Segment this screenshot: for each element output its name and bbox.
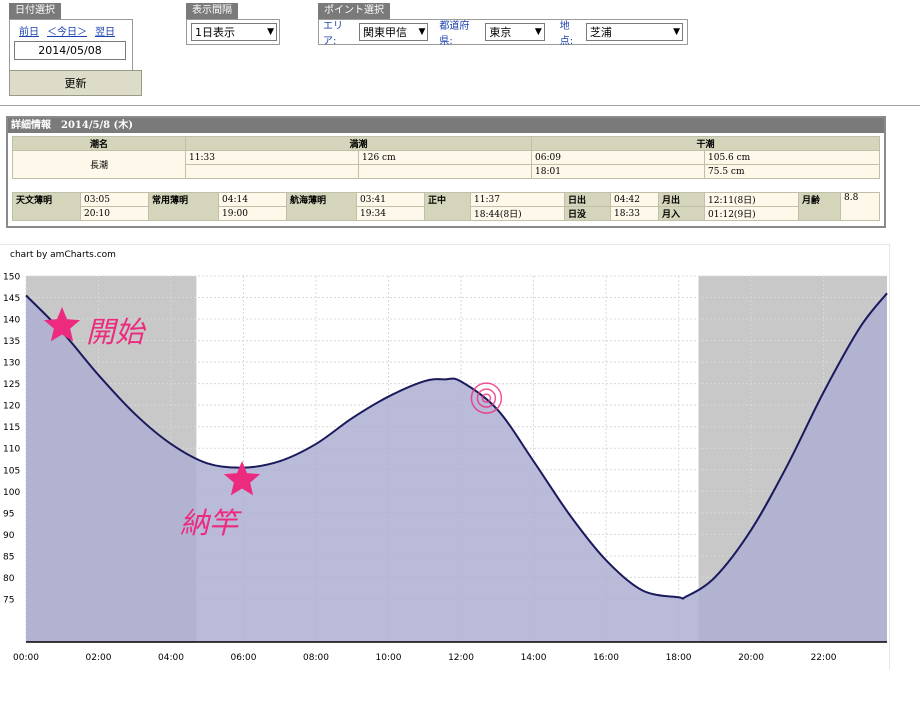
point-panel: ポイント選択 エリア: 関東甲信 ▼ 都道府県: 東京 ▼ 地点: 芝浦 ▼ [318, 3, 688, 47]
date-input[interactable]: 2014/05/08 [14, 41, 126, 60]
sunset-label: 日没 [564, 206, 611, 221]
moonrise-value: 12:11(8日) [704, 192, 799, 207]
interval-panel: 表示間隔 1日表示 ▼ [186, 3, 280, 45]
low-tide-header: 干潮 [531, 136, 880, 151]
high-tide-header: 満潮 [185, 136, 532, 151]
sunrise-label: 日出 [564, 192, 611, 207]
moon-age-value: 8.8 [840, 192, 880, 221]
astro-label: 天文薄明 [12, 192, 81, 221]
prefecture-select[interactable]: 東京 ▼ [485, 23, 545, 41]
high-time: 11:33 [185, 150, 359, 165]
chart-frame [0, 244, 890, 670]
chevron-down-icon: ▼ [673, 27, 680, 37]
area-label: エリア: [323, 21, 343, 47]
tide-name: 長潮 [12, 150, 186, 179]
high-level: 126 cm [358, 150, 532, 165]
prefecture-label: 都道府県: [439, 21, 470, 47]
low-time: 18:01 [531, 164, 705, 179]
high-level [358, 164, 532, 179]
tide-name-header: 潮名 [12, 136, 186, 151]
moonset-value: 01:12(9日) [704, 206, 799, 221]
spot-select-value: 芝浦 [589, 26, 612, 39]
high-time [185, 164, 359, 179]
sunrise-value: 04:42 [610, 192, 659, 207]
astro-table: 天文薄明 03:05 常用薄明 04:14 航海薄明 03:41 正中 11:3… [12, 192, 880, 221]
tide-table: 潮名 満潮 干潮 長潮 11:33 126 cm 06:09 105.6 cm … [12, 136, 880, 179]
astro-value: 11:37 [470, 192, 565, 207]
today-link[interactable]: ＜今日＞ [47, 23, 87, 38]
sunset-value: 18:33 [610, 206, 659, 221]
low-level: 75.5 cm [704, 164, 880, 179]
area-select[interactable]: 関東甲信 ▼ [359, 23, 429, 41]
area-select-value: 関東甲信 [363, 26, 408, 39]
interval-panel-title: 表示間隔 [186, 3, 238, 19]
divider [0, 105, 920, 106]
astro-value: 18:44(8日) [470, 206, 565, 221]
astro-label: 航海薄明 [286, 192, 357, 221]
interval-select[interactable]: 1日表示 ▼ [191, 23, 277, 41]
astro-value: 04:14 [218, 192, 287, 207]
date-panel-title: 日付選択 [9, 3, 61, 19]
low-time: 06:09 [531, 150, 705, 165]
astro-value: 19:00 [218, 206, 287, 221]
moon-age-label: 月齢 [798, 192, 841, 221]
chevron-down-icon: ▼ [534, 27, 542, 37]
chevron-down-icon: ▼ [267, 27, 274, 37]
prev-day-link[interactable]: 前日 [19, 23, 39, 38]
moonset-label: 月入 [658, 206, 705, 221]
date-panel: 日付選択 前日 ＜今日＞ 翌日 2014/05/08 [9, 3, 133, 77]
chart-credit[interactable]: chart by amCharts.com [10, 250, 116, 260]
update-button[interactable]: 更新 [9, 70, 142, 96]
detail-panel: 詳細情報 2014/5/8 (木) 潮名 満潮 干潮 長潮 11:33 126 … [6, 116, 886, 228]
astro-value: 03:41 [356, 192, 425, 207]
prefecture-select-value: 東京 [489, 26, 512, 39]
spot-label: 地点: [559, 21, 574, 47]
astro-label: 常用薄明 [148, 192, 219, 221]
spot-select[interactable]: 芝浦 ▼ [585, 23, 683, 41]
astro-value: 19:34 [356, 206, 425, 221]
detail-title: 詳細情報 2014/5/8 (木) [8, 118, 884, 133]
low-level: 105.6 cm [704, 150, 880, 165]
astro-value: 03:05 [80, 192, 149, 207]
astro-value: 20:10 [80, 206, 149, 221]
interval-select-value: 1日表示 [195, 26, 235, 39]
moonrise-label: 月出 [658, 192, 705, 207]
chevron-down-icon: ▼ [418, 27, 426, 37]
next-day-link[interactable]: 翌日 [95, 23, 115, 38]
astro-label: 正中 [424, 192, 471, 221]
